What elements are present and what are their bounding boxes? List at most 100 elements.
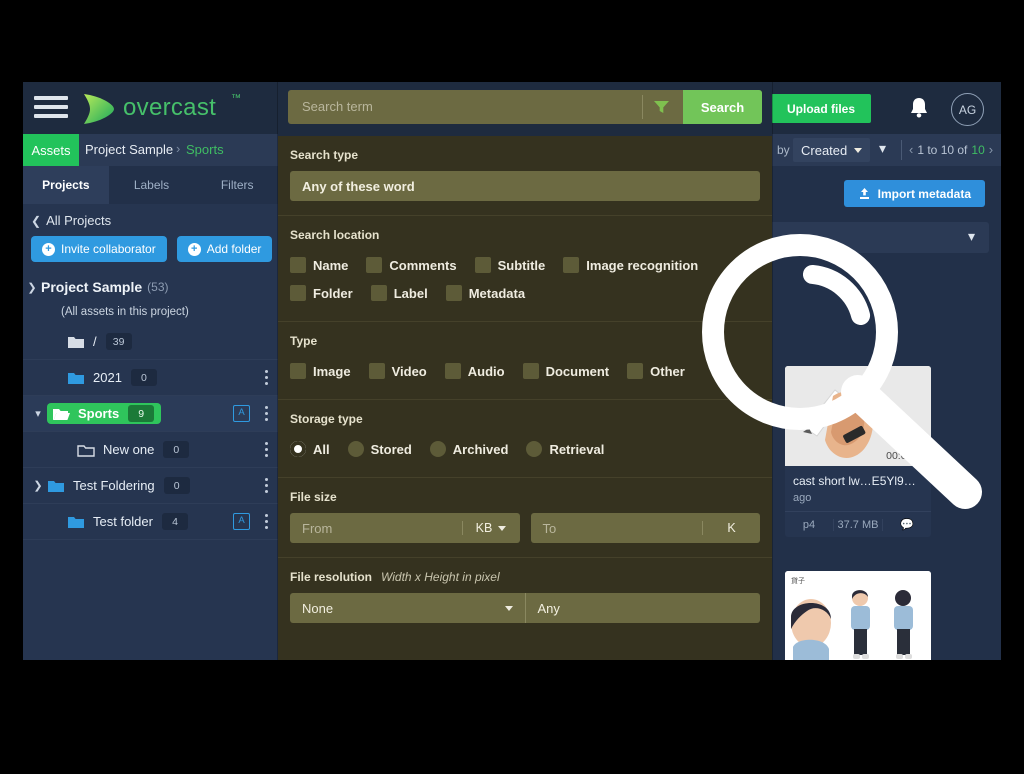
tree-item[interactable]: Test folder 4	[67, 513, 188, 530]
search-input[interactable]: Search term	[302, 99, 373, 114]
tab-labels[interactable]: Labels	[109, 166, 195, 204]
auto-label-icon[interactable]: A	[233, 513, 250, 530]
tab-projects[interactable]: Projects	[23, 166, 109, 204]
tree-item[interactable]: New one 0	[77, 441, 190, 458]
radio-label: All	[313, 441, 330, 457]
sort-select[interactable]: Created	[793, 138, 871, 162]
file-size-from-unit-value: KB	[475, 521, 493, 535]
row-menu-icon[interactable]	[265, 441, 269, 458]
checkbox-box[interactable]	[627, 363, 644, 379]
asset-card[interactable]: 00:00:20 cast short lw…E5Yl9… ago p4 37.…	[785, 366, 931, 537]
checkbox-option[interactable]: Document	[522, 357, 609, 385]
file-resolution-any-field[interactable]: Any	[524, 593, 760, 623]
funnel-icon[interactable]	[654, 100, 669, 114]
breadcrumb-project[interactable]: Project Sample	[85, 142, 173, 157]
auto-label-icon[interactable]: A	[233, 405, 250, 422]
checkbox-box[interactable]	[445, 285, 462, 301]
checkbox-box[interactable]	[522, 363, 539, 379]
avatar[interactable]: AG	[951, 93, 984, 126]
radio-label: Retrieval	[549, 441, 605, 457]
tree-item[interactable]: Test Foldering 0	[47, 477, 190, 494]
checkbox-label: Subtitle	[497, 257, 546, 273]
folder-icon	[47, 479, 65, 493]
checkbox-box[interactable]	[474, 257, 491, 273]
search-type-select[interactable]: Any of these word	[290, 171, 760, 201]
chevron-down-icon: ▾	[967, 228, 975, 244]
tree-row[interactable]: ❯ Test Foldering 0	[23, 468, 280, 504]
tree-row[interactable]: / 39	[23, 324, 280, 360]
checkbox-option[interactable]: Image	[290, 357, 351, 385]
tab-filters[interactable]: Filters	[194, 166, 280, 204]
checkbox-box[interactable]	[444, 363, 461, 379]
checkbox-option[interactable]: Audio	[444, 357, 505, 385]
invite-collaborator-button[interactable]: + Invite collaborator	[31, 236, 167, 262]
radio-option[interactable]: All	[290, 435, 330, 463]
checkbox-box[interactable]	[366, 257, 383, 273]
chevron-down-icon[interactable]: ▾	[29, 407, 47, 420]
tree-item[interactable]: Sports 9	[47, 403, 162, 424]
file-size-to-input[interactable]: To	[531, 521, 703, 536]
checkbox-option[interactable]: Video	[368, 357, 427, 385]
sort-value: Created	[801, 142, 848, 158]
tree-row[interactable]: 2021 0	[23, 360, 280, 396]
row-menu-icon[interactable]	[265, 477, 269, 494]
file-size-from-field[interactable]: From KB	[290, 513, 520, 543]
upload-files-button[interactable]: Upload files	[771, 94, 871, 123]
import-metadata-row: Import metadata	[843, 180, 985, 207]
row-menu-icon[interactable]	[265, 405, 269, 422]
radio-button[interactable]	[429, 441, 446, 457]
view-toggle-icon[interactable]: ▾	[879, 140, 886, 157]
checkbox-option[interactable]: Subtitle	[474, 251, 546, 279]
project-root-row[interactable]: ❯ Project Sample (53)	[23, 274, 280, 300]
bell-icon[interactable]	[907, 96, 931, 122]
checkbox-option[interactable]: Name	[290, 251, 348, 279]
pager-prev-icon[interactable]: ‹	[909, 142, 913, 157]
tree-row[interactable]: New one 0	[23, 432, 280, 468]
import-metadata-button[interactable]: Import metadata	[843, 180, 985, 207]
breadcrumb-folder[interactable]: Sports	[186, 142, 224, 157]
chevron-down-icon	[854, 147, 863, 153]
checkbox-box[interactable]	[290, 285, 306, 301]
chevron-down-icon[interactable]: ❯	[23, 281, 41, 294]
checkbox-option[interactable]: Image recognition	[563, 251, 698, 279]
checkbox-box[interactable]	[290, 257, 306, 273]
tree-item[interactable]: 2021 0	[67, 369, 157, 386]
file-size-to-field[interactable]: To K	[530, 513, 760, 543]
checkbox-option[interactable]: Other	[627, 357, 685, 385]
checkbox-box[interactable]	[563, 257, 580, 273]
filter-collapse-bar[interactable]: ▾	[748, 222, 989, 253]
radio-button[interactable]	[290, 441, 306, 457]
radio-option[interactable]: Stored	[347, 435, 412, 463]
row-menu-icon[interactable]	[265, 513, 269, 530]
chevron-right-icon[interactable]: ❯	[29, 479, 47, 492]
checkbox-option[interactable]: Comments	[366, 251, 457, 279]
tree-row[interactable]: Test folder 4 A	[23, 504, 280, 540]
search-button[interactable]: Search	[683, 90, 762, 124]
checkbox-option[interactable]: Label	[370, 279, 428, 307]
checkbox-box[interactable]	[368, 363, 385, 379]
asset-card[interactable]: 貸子	[785, 571, 931, 660]
tree-item[interactable]: / 39	[67, 333, 132, 350]
checkbox-label: Audio	[467, 363, 505, 379]
radio-button[interactable]	[526, 441, 543, 457]
checkbox-option[interactable]: Folder	[290, 279, 353, 307]
file-size-from-unit-select[interactable]: KB	[461, 521, 520, 535]
breadcrumb-assets[interactable]: Assets	[23, 134, 79, 166]
radio-option[interactable]: Retrieval	[526, 435, 604, 463]
row-menu-icon[interactable]	[265, 369, 269, 386]
radio-option[interactable]: Archived	[429, 435, 508, 463]
checkbox-option[interactable]: Metadata	[445, 279, 525, 307]
pager: ‹ 1 to 10 of 10 ›	[909, 142, 993, 157]
file-size-from-input[interactable]: From	[290, 521, 462, 536]
tree-row[interactable]: ▾ Sports 9 A	[23, 396, 280, 432]
checkbox-box[interactable]	[370, 285, 387, 301]
all-projects-link[interactable]: ❮ All Projects	[31, 213, 111, 228]
radio-button[interactable]	[347, 441, 364, 457]
hamburger-icon[interactable]	[34, 96, 68, 120]
file-size-to-unit-select[interactable]: K	[702, 521, 760, 535]
pager-next-icon[interactable]: ›	[989, 142, 993, 157]
type-label: Type	[290, 334, 318, 348]
file-resolution-select[interactable]: None	[290, 593, 525, 623]
checkbox-box[interactable]	[290, 363, 306, 379]
add-folder-button[interactable]: + Add folder	[176, 236, 273, 262]
